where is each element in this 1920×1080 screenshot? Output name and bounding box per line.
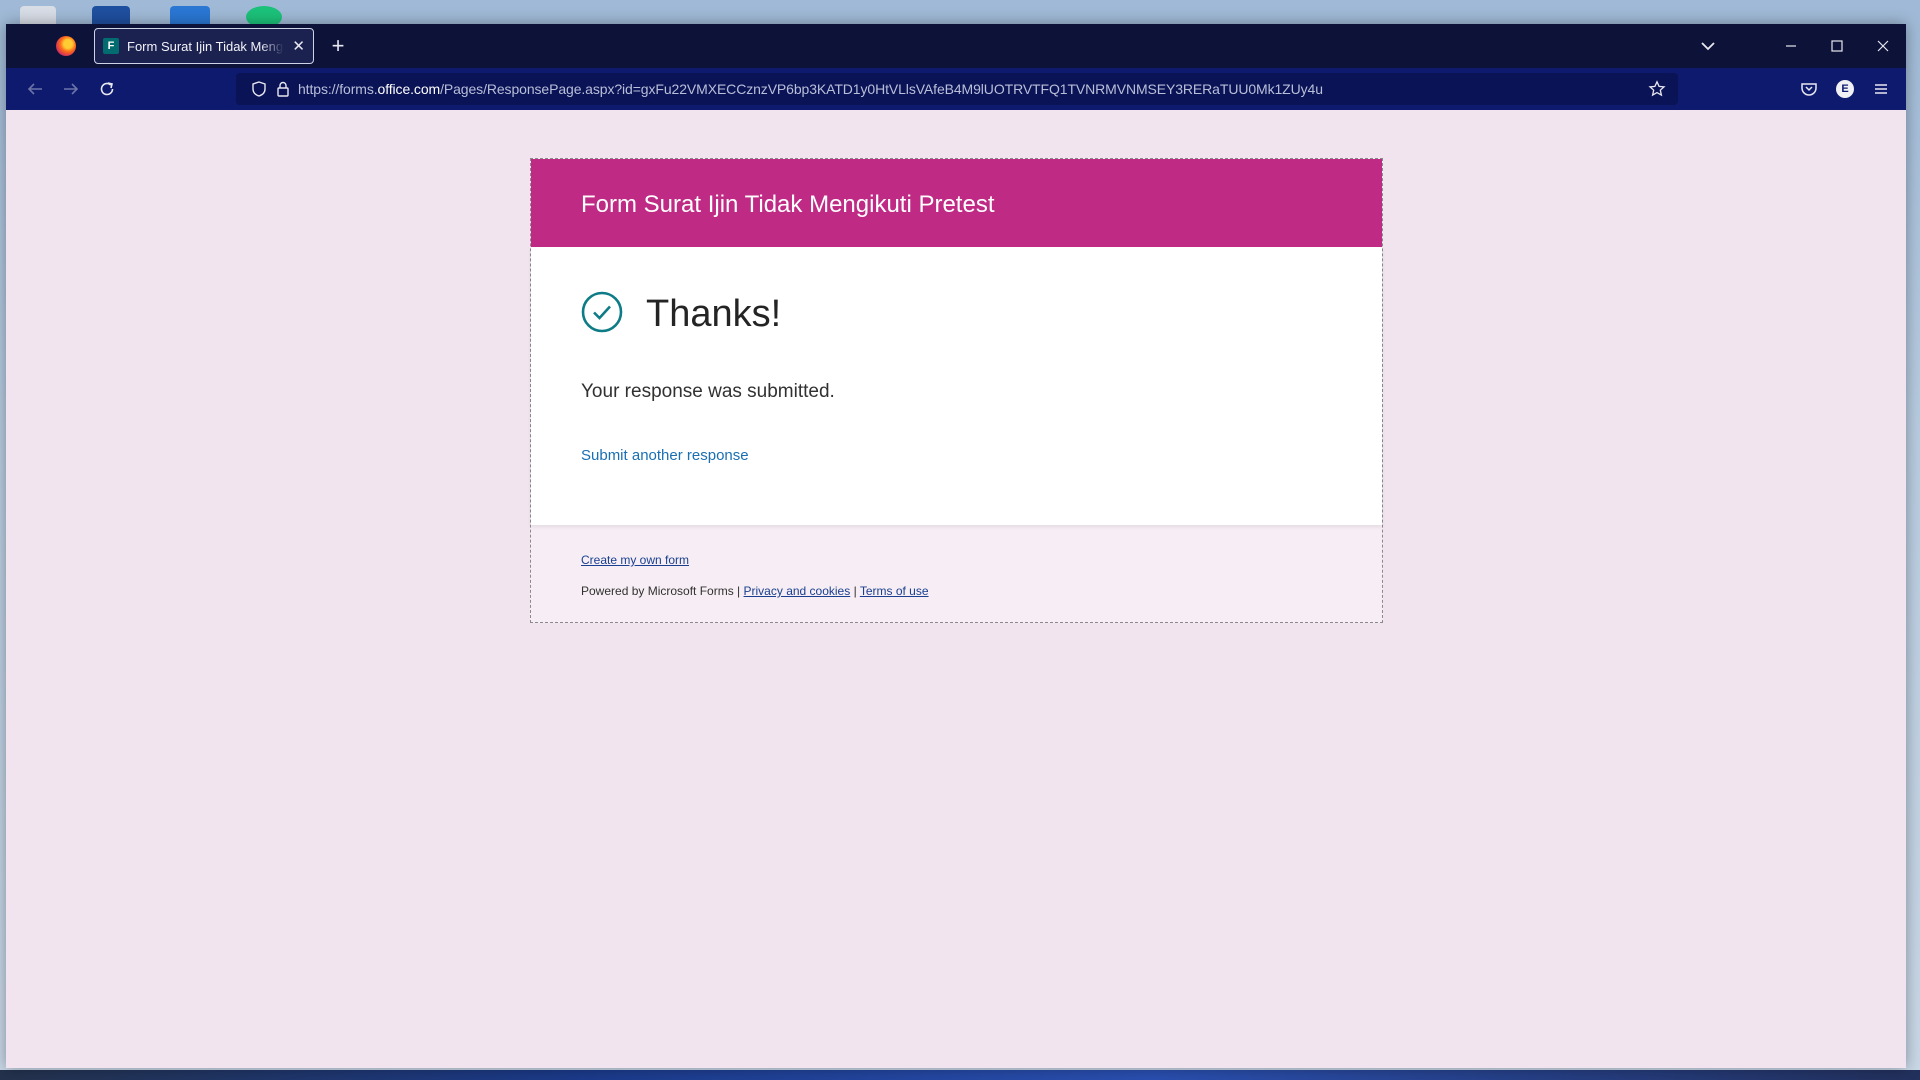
close-icon[interactable]: ✕ [292,37,305,55]
menu-icon[interactable] [1868,77,1894,101]
submit-another-link[interactable]: Submit another response [581,447,749,464]
navigation-toolbar: https://forms.office.com/Pages/ResponseP… [6,68,1906,110]
form-body: Thanks! Your response was submitted. Sub… [531,247,1382,525]
terms-link[interactable]: Terms of use [860,584,929,598]
browser-window: F Form Surat Ijin Tidak Mengikuti Pretes… [6,24,1906,1068]
shield-icon[interactable] [250,80,268,98]
page-content: Form Surat Ijin Tidak Mengikuti Pretest … [6,110,1906,1068]
url-text[interactable]: https://forms.office.com/Pages/ResponseP… [298,81,1323,97]
chevron-down-icon[interactable] [1696,34,1720,58]
plus-icon[interactable]: + [324,32,352,60]
window-close-icon[interactable] [1868,32,1898,60]
forward-arrow-icon[interactable] [58,77,84,101]
minimize-icon[interactable] [1776,32,1806,60]
desktop-background [0,0,1920,28]
check-circle-icon [581,291,623,333]
tab-strip: F Form Surat Ijin Tidak Mengikuti Pretes… [6,24,1906,68]
submitted-message: Your response was submitted. [581,381,835,402]
lock-icon[interactable] [274,80,292,98]
create-form-link[interactable]: Create my own form [581,553,689,567]
forms-favicon-icon: F [103,38,119,54]
maximize-icon[interactable] [1822,32,1852,60]
back-arrow-icon[interactable] [22,77,48,101]
pocket-icon[interactable] [1796,77,1822,101]
url-bar[interactable]: https://forms.office.com/Pages/ResponseP… [236,73,1678,105]
form-header: Form Surat Ijin Tidak Mengikuti Pretest [531,159,1382,247]
footer-separator: | [853,584,857,598]
thanks-heading: Thanks! [646,293,782,335]
taskbar-edge [0,1070,1920,1080]
star-icon[interactable] [1648,80,1666,98]
account-initial: E [1836,80,1854,98]
footer-line: Powered by Microsoft Forms | Privacy and… [581,584,929,598]
form-title: Form Surat Ijin Tidak Mengikuti Pretest [581,191,995,218]
firefox-logo[interactable] [56,36,76,56]
url-prefix: https://forms. [298,81,378,97]
powered-by-text: Powered by Microsoft Forms | [581,584,741,598]
tab-title: Form Surat Ijin Tidak Mengikuti Pretest [127,38,284,54]
privacy-link[interactable]: Privacy and cookies [744,584,851,598]
url-path: /Pages/ResponsePage.aspx?id=gxFu22VMXECC… [440,81,1323,97]
tab-active[interactable]: F Form Surat Ijin Tidak Mengikuti Pretes… [94,28,314,64]
form-card: Form Surat Ijin Tidak Mengikuti Pretest … [530,158,1383,623]
url-host: office.com [377,81,441,97]
reload-icon[interactable] [94,77,120,101]
account-icon[interactable]: E [1832,77,1858,101]
